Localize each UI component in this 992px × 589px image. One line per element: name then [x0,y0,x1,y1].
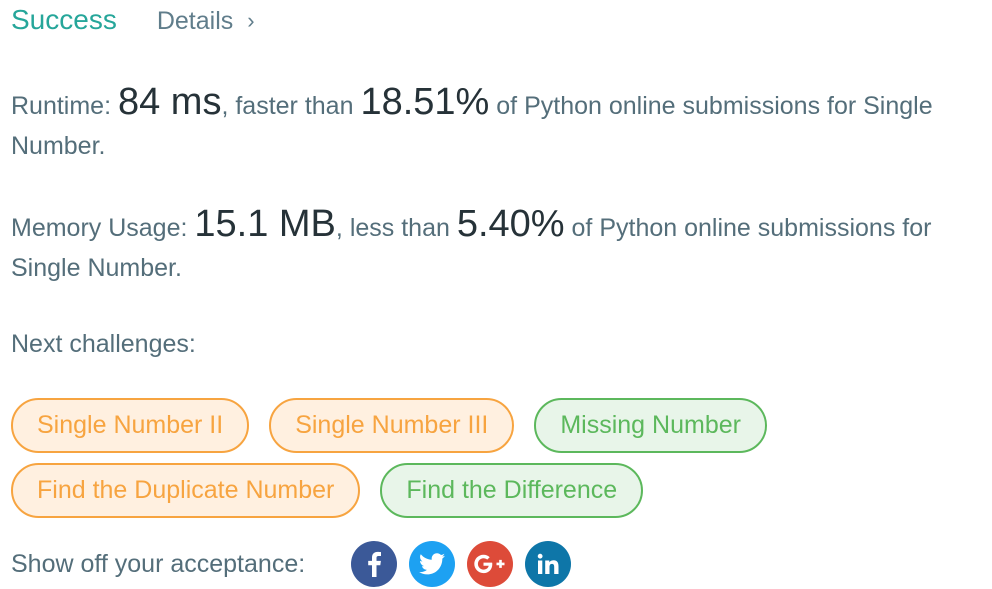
linkedin-glyph [537,553,559,574]
twitter-glyph [419,553,446,575]
runtime-value: 84 ms [117,81,222,123]
memory-stat: Memory Usage: 15.1 MB, less than 5.40% o… [11,204,971,288]
chevron-right-icon: › [247,8,255,33]
challenge-single-number-iii[interactable]: Single Number III [269,398,515,453]
share-label: Show off your acceptance: [11,549,306,578]
details-link[interactable]: Details › [157,7,255,36]
google-plus-icon[interactable] [467,541,514,587]
result-header: Success Details › [11,4,255,44]
status-success: Success [11,4,117,35]
challenge-find-the-difference[interactable]: Find the Difference [380,463,644,518]
facebook-icon[interactable] [351,541,398,587]
linkedin-icon[interactable] [525,541,572,587]
challenge-row: Find the Duplicate Number Find the Diffe… [11,463,971,518]
next-challenges-list: Single Number II Single Number III Missi… [11,398,971,528]
next-challenges-label: Next challenges: [11,330,196,358]
runtime-stat: Runtime: 84 ms, faster than 18.51% of Py… [11,82,971,166]
memory-less-text: , less than [335,214,457,242]
details-label: Details [156,7,234,35]
share-section: Show off your acceptance: [11,540,583,588]
runtime-faster-text: , faster than [221,92,361,120]
memory-label: Memory Usage: [11,214,195,242]
memory-percent: 5.40% [456,203,565,245]
challenge-find-the-duplicate-number[interactable]: Find the Duplicate Number [11,463,361,518]
runtime-percent: 18.51% [360,81,490,123]
challenge-single-number-ii[interactable]: Single Number II [11,398,250,453]
facebook-glyph [368,551,382,577]
google-plus-glyph [474,554,505,574]
challenge-row: Single Number II Single Number III Missi… [11,398,971,453]
challenge-missing-number[interactable]: Missing Number [534,398,767,453]
memory-value: 15.1 MB [194,203,336,245]
runtime-label: Runtime: [11,92,118,120]
twitter-icon[interactable] [409,541,456,587]
